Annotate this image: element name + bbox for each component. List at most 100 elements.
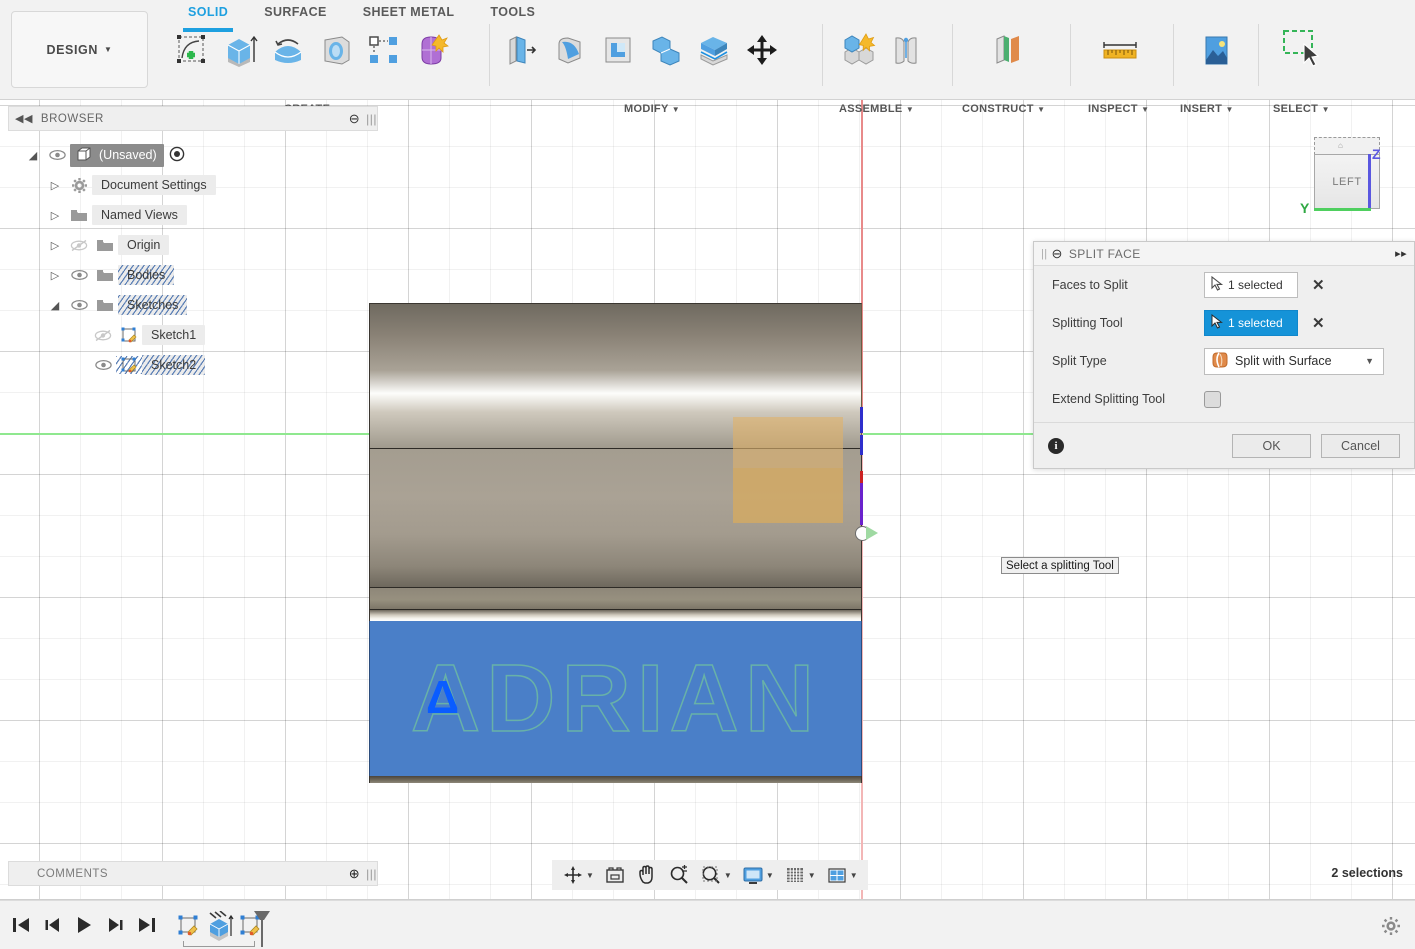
visibility-eye-hidden-icon[interactable] (66, 239, 92, 252)
twisty-collapsed-icon[interactable]: ▷ (44, 269, 66, 282)
viewports-icon[interactable]: ▼ (822, 862, 862, 888)
cancel-button[interactable]: Cancel (1321, 433, 1400, 458)
step-back-icon[interactable] (42, 914, 64, 941)
form-icon[interactable] (408, 25, 456, 75)
faces-to-split-selector[interactable]: 1 selected (1204, 272, 1298, 298)
step-forward-icon[interactable] (104, 914, 126, 941)
split-face-icon[interactable] (690, 25, 738, 75)
twisty-expanded-icon[interactable]: ◢ (22, 149, 44, 162)
tree-label-sketch2[interactable]: Sketch2 (142, 355, 206, 375)
tree-label-origin[interactable]: Origin (118, 235, 170, 255)
dialog-drag-handle[interactable]: || (1041, 248, 1048, 260)
split-type-dropdown[interactable]: Split with Surface ▼ (1204, 347, 1384, 375)
twisty-collapsed-icon[interactable]: ▷ (44, 179, 66, 192)
revolve-icon[interactable] (264, 25, 312, 75)
tab-surface[interactable]: SURFACE (246, 2, 345, 24)
move-copy-icon[interactable] (738, 25, 786, 75)
tab-solid[interactable]: SOLID (170, 2, 246, 32)
new-component-icon[interactable] (834, 25, 882, 75)
clear-x-icon-splitting-tool[interactable]: ✕ (1312, 314, 1325, 332)
group-label-modify[interactable]: MODIFY ▼ (624, 103, 680, 115)
group-label-construct[interactable]: CONSTRUCT ▼ (962, 103, 1045, 115)
insert-image-icon[interactable] (1192, 25, 1240, 75)
ok-button[interactable]: OK (1232, 433, 1311, 458)
display-settings-icon[interactable]: ▼ (738, 862, 778, 888)
group-label-assemble[interactable]: ASSEMBLE ▼ (839, 103, 914, 115)
twisty-collapsed-icon[interactable]: ▷ (44, 209, 66, 222)
play-icon[interactable] (73, 914, 95, 941)
visibility-eye-icon[interactable] (90, 359, 116, 371)
twisty-collapsed-icon[interactable]: ▷ (44, 239, 66, 252)
tree-item-sketch1[interactable]: Sketch1 (18, 320, 378, 350)
create-sketch-icon[interactable] (168, 25, 216, 75)
tree-label-unsaved[interactable]: (Unsaved) (70, 143, 164, 167)
visibility-eye-icon[interactable] (66, 269, 92, 281)
expand-right-icon[interactable]: ▸▸ (1395, 247, 1407, 260)
clear-x-icon-faces[interactable]: ✕ (1312, 276, 1325, 294)
shell-icon[interactable] (594, 25, 642, 75)
cylinder-body[interactable]: ADRIAN Δ (369, 303, 863, 783)
comments-resize-handle[interactable]: ||| (366, 867, 377, 881)
extrude-icon[interactable] (216, 25, 264, 75)
tree-label-document-settings[interactable]: Document Settings (92, 175, 216, 195)
joint-icon[interactable] (882, 25, 930, 75)
zoom-window-icon[interactable]: ▼ (696, 862, 736, 888)
view-cube[interactable]: ⌂ LEFT Z Y (1300, 130, 1390, 220)
workspace-selector[interactable]: DESIGN ▼ (11, 11, 148, 88)
pan-icon[interactable] (632, 862, 662, 888)
dialog-title-bar[interactable]: || ⊖ SPLIT FACE ▸▸ (1034, 242, 1414, 266)
fillet-icon[interactable] (546, 25, 594, 75)
orbit-icon[interactable]: ▼ (558, 862, 598, 888)
offset-plane-icon[interactable] (984, 25, 1032, 75)
press-pull-icon[interactable] (498, 25, 546, 75)
tab-tools[interactable]: TOOLS (472, 2, 553, 24)
splitting-tool-selector[interactable]: 1 selected (1204, 310, 1298, 336)
collapse-left-icon[interactable]: ◀◀ (15, 112, 33, 125)
tree-item-sketch2[interactable]: Sketch2 (18, 350, 378, 380)
minus-circle-icon[interactable]: ⊖ (1052, 246, 1063, 262)
go-to-end-icon[interactable] (136, 914, 158, 941)
visibility-eye-icon[interactable] (44, 149, 70, 161)
grid-snap-icon[interactable]: ▼ (780, 862, 820, 888)
add-circle-icon[interactable]: ⊕ (349, 866, 360, 882)
view-cube-top-face[interactable] (1314, 137, 1380, 155)
tree-label-named-views[interactable]: Named Views (92, 205, 187, 225)
split-face-dialog[interactable]: || ⊖ SPLIT FACE ▸▸ Faces to Split 1 sele… (1033, 241, 1415, 469)
tree-item-named-views[interactable]: ▷ Named Views (18, 200, 378, 230)
window-select-icon[interactable] (1278, 25, 1326, 75)
twisty-expanded-icon[interactable]: ◢ (44, 299, 66, 312)
body-bottom-edge[interactable] (369, 776, 862, 783)
group-label-insert[interactable]: INSERT ▼ (1180, 103, 1234, 115)
body-rim-lower[interactable] (369, 610, 862, 621)
tree-label-sketch1[interactable]: Sketch1 (142, 325, 206, 345)
tree-item-origin[interactable]: ▷ Origin (18, 230, 378, 260)
look-at-icon[interactable] (600, 862, 630, 888)
sweep-icon[interactable] (312, 25, 360, 75)
tree-item-bodies[interactable]: ▷ Bodies (18, 260, 378, 290)
comments-panel-header[interactable]: COMMENTS ⊕ ||| (8, 861, 378, 886)
tree-label-sketches[interactable]: Sketches (118, 295, 188, 315)
minus-circle-icon[interactable]: ⊖ (349, 111, 360, 127)
activate-component-radio[interactable] (169, 146, 185, 165)
pattern-icon[interactable] (360, 25, 408, 75)
info-icon[interactable]: i (1048, 437, 1064, 454)
visibility-eye-icon[interactable] (66, 299, 92, 311)
combine-icon[interactable] (642, 25, 690, 75)
tree-label-bodies[interactable]: Bodies (118, 265, 175, 285)
extend-splitting-tool-checkbox[interactable] (1204, 390, 1221, 408)
tree-item-unsaved[interactable]: ◢ (Unsaved) (18, 140, 378, 170)
sketch1-feature-icon[interactable] (176, 913, 202, 944)
tree-item-document-settings[interactable]: ▷ Document Settings (18, 170, 378, 200)
zoom-icon[interactable] (664, 862, 694, 888)
group-label-inspect[interactable]: INSPECT ▼ (1088, 103, 1149, 115)
panel-resize-handle[interactable]: ||| (366, 112, 377, 126)
body-rim-upper[interactable] (369, 588, 862, 610)
group-label-select[interactable]: SELECT ▼ (1273, 103, 1330, 115)
tab-sheet-metal[interactable]: SHEET METAL (345, 2, 473, 24)
measure-icon[interactable] (1096, 25, 1144, 75)
go-to-beginning-icon[interactable] (10, 914, 32, 941)
tree-item-sketches[interactable]: ◢ Sketches (18, 290, 378, 320)
visibility-eye-hidden-icon[interactable] (90, 329, 116, 342)
gear-icon[interactable] (1381, 916, 1401, 941)
dialog-title: SPLIT FACE (1068, 246, 1141, 261)
